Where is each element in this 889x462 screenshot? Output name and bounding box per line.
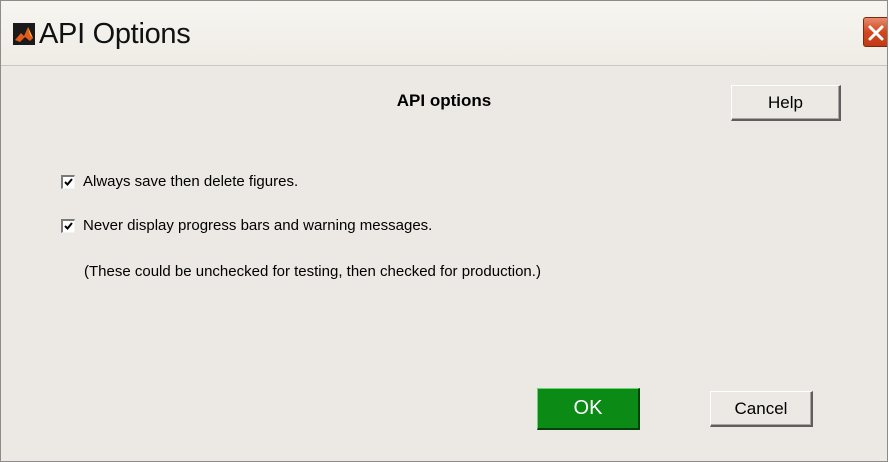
checkmark-icon	[64, 177, 73, 186]
never-display-label: Never display progress bars and warning …	[83, 217, 433, 234]
option-always-save[interactable]: Always save then delete figures.	[61, 173, 298, 190]
always-save-label: Always save then delete figures.	[83, 173, 299, 190]
never-display-checkbox[interactable]	[61, 218, 75, 233]
checkmark-icon	[64, 221, 73, 230]
help-note: (These could be unchecked for testing, t…	[84, 263, 541, 280]
option-never-display[interactable]: Never display progress bars and warning …	[61, 217, 432, 234]
always-save-checkbox[interactable]	[61, 174, 75, 189]
dialog-window: API Options API options Help Always save…	[0, 0, 888, 462]
ok-button[interactable]: OK	[537, 388, 640, 430]
close-icon	[868, 25, 884, 41]
close-button[interactable]	[863, 17, 887, 47]
help-button[interactable]: Help	[731, 85, 841, 121]
matlab-logo-icon	[13, 23, 35, 45]
title-bar[interactable]: API Options	[1, 1, 887, 66]
cancel-button[interactable]: Cancel	[710, 391, 813, 427]
window-title: API Options	[39, 18, 191, 50]
